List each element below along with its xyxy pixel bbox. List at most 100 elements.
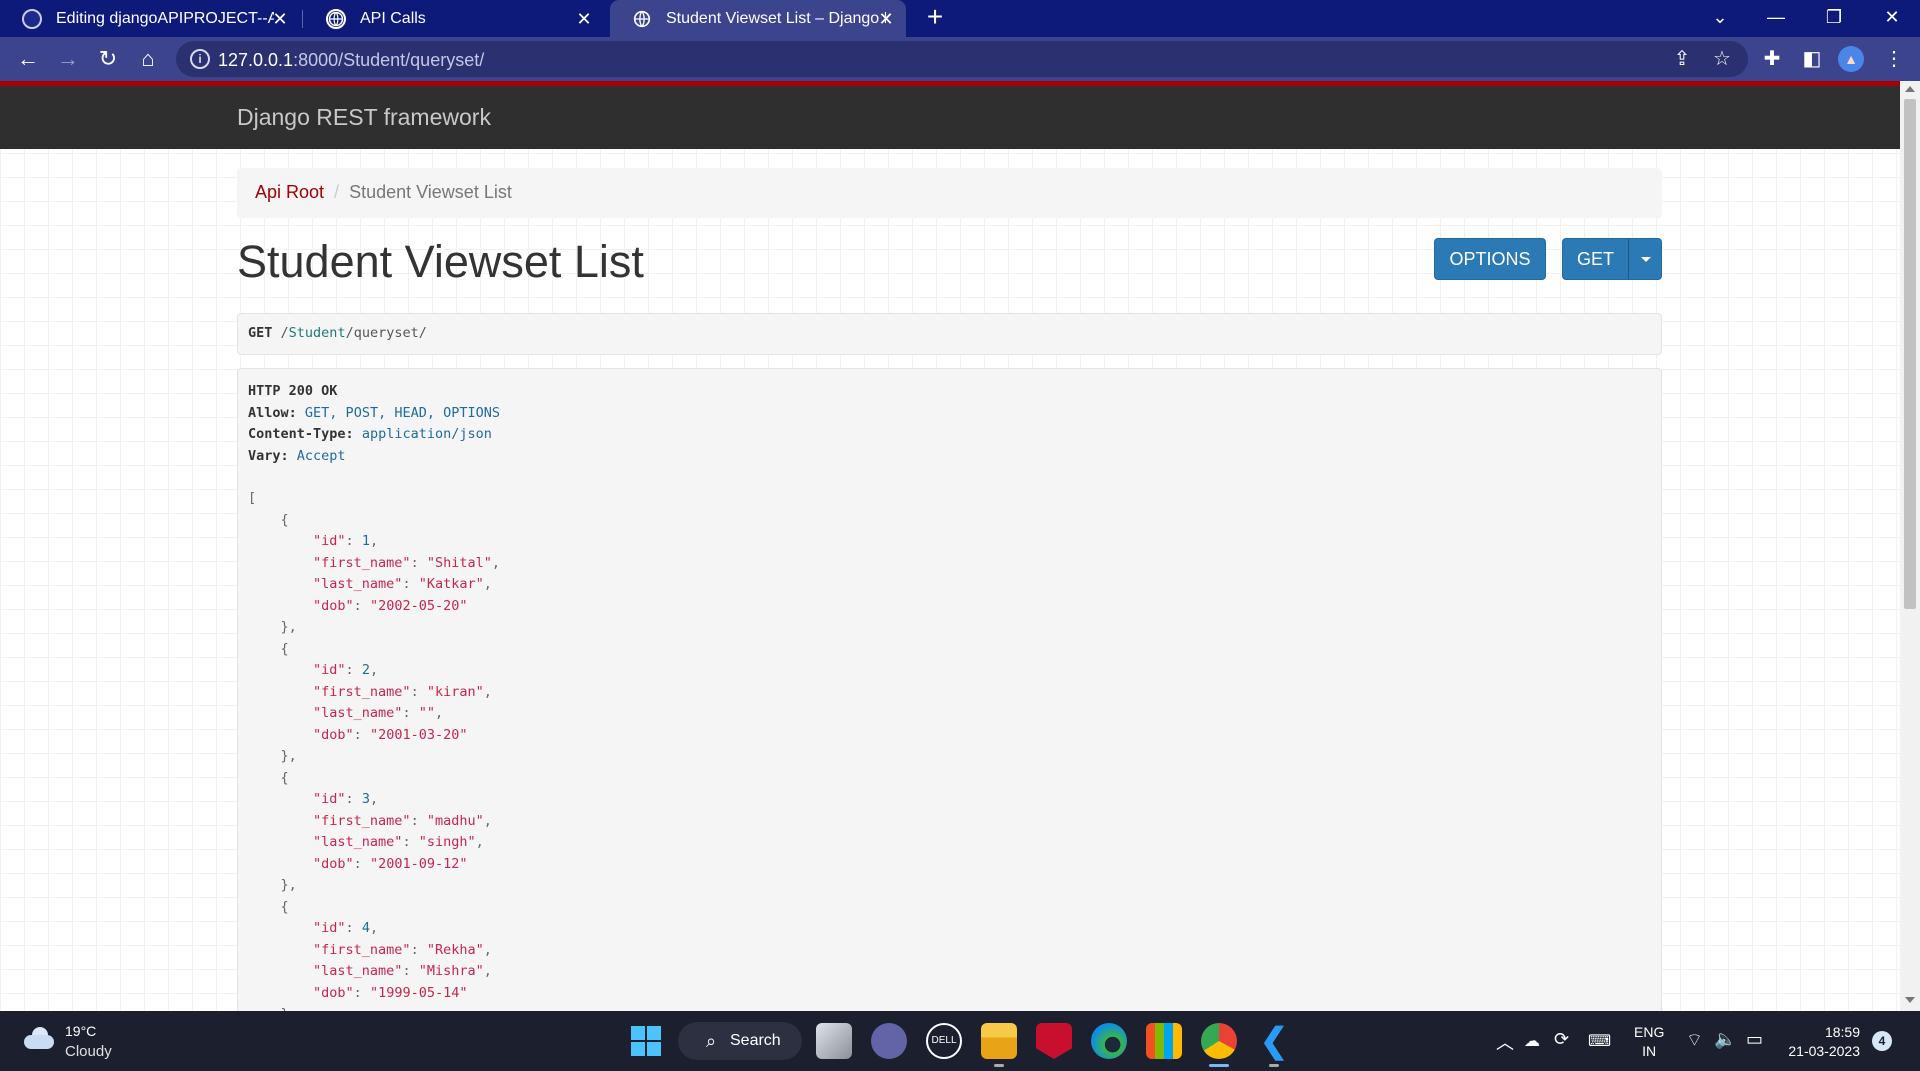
breadcrumb-separator: / bbox=[334, 182, 340, 202]
json-value: 3 bbox=[361, 791, 370, 807]
scroll-up-arrow[interactable] bbox=[1905, 86, 1915, 92]
navbar: Django REST framework bbox=[0, 86, 1900, 149]
json-field-dob: "dob": "2001-03-20" bbox=[313, 726, 468, 743]
path-segment-queryset: queryset bbox=[353, 325, 419, 341]
chrome-icon[interactable] bbox=[1201, 1023, 1237, 1059]
extensions-puzzle-icon[interactable]: ✚ bbox=[1758, 45, 1786, 73]
search-icon: ⌕ bbox=[706, 1031, 717, 1051]
file-explorer-icon[interactable] bbox=[981, 1023, 1017, 1059]
url-text[interactable]: 127.0.0.1:8000/Student/queryset/ bbox=[218, 50, 484, 71]
keyboard-icon[interactable]: ⌨ bbox=[1588, 1031, 1611, 1071]
microsoft-store-icon[interactable] bbox=[1146, 1023, 1182, 1059]
get-button[interactable]: GET bbox=[1562, 238, 1629, 280]
weather-condition[interactable]: Cloudy bbox=[65, 1043, 112, 1060]
json-field-first-name: "first_name": "madhu", bbox=[313, 812, 492, 829]
json-value: "" bbox=[418, 705, 435, 721]
share-icon[interactable]: ⇪ bbox=[1670, 47, 1694, 71]
forward-arrow-icon[interactable]: → bbox=[52, 43, 84, 75]
address-bar[interactable]: i 127.0.0.1:8000/Student/queryset/ ⇪ ☆ bbox=[176, 41, 1748, 77]
response-json-body: [ { "id": 1, "first_name": "Shital", "la… bbox=[248, 488, 1651, 1011]
response-header-content-type: Content-Type: application/json bbox=[248, 424, 1651, 446]
region-code: IN bbox=[1642, 1043, 1657, 1059]
json-field-last-name: "last_name": "Katkar", bbox=[313, 576, 492, 592]
brand-link[interactable]: Django REST framework bbox=[237, 104, 491, 131]
json-value: "1999-05-14" bbox=[369, 984, 468, 1001]
json-value: 2 bbox=[361, 662, 370, 678]
json-value: "madhu" bbox=[426, 812, 484, 829]
back-arrow-icon[interactable]: ← bbox=[12, 43, 44, 75]
json-field-id: "id": 3, bbox=[313, 791, 379, 807]
wifi-icon[interactable]: ⌔ bbox=[1686, 1029, 1703, 1071]
volume-icon[interactable]: 🔈 bbox=[1714, 1029, 1736, 1071]
tab-student-viewset[interactable]: Student Viewset List – Django RE ✕ bbox=[610, 0, 906, 37]
battery-icon[interactable]: ▭ bbox=[1746, 1029, 1763, 1071]
json-value: 4 bbox=[361, 920, 370, 936]
active-indicator bbox=[1209, 1064, 1229, 1067]
windows-start-icon[interactable] bbox=[631, 1026, 661, 1056]
browser-menu-icon[interactable]: ⋮ bbox=[1880, 45, 1908, 73]
tab-strip: Editing djangoAPIPROJECT--API\ ✕ API Cal… bbox=[0, 0, 1920, 37]
vscode-icon[interactable]: ❮ bbox=[1256, 1023, 1292, 1059]
tab-github-editing[interactable]: Editing djangoAPIPROJECT--API\ ✕ bbox=[0, 0, 300, 37]
json-object-open: { bbox=[280, 898, 289, 915]
restore-icon[interactable]: ❐ bbox=[1806, 0, 1862, 37]
tab-api-calls[interactable]: API Calls ✕ bbox=[304, 0, 604, 37]
weather-temperature[interactable]: 19°C bbox=[65, 1023, 96, 1039]
close-tab-icon[interactable]: ✕ bbox=[876, 9, 896, 29]
url-path: :8000/Student/queryset/ bbox=[293, 50, 485, 70]
edge-browser-icon[interactable] bbox=[1091, 1023, 1127, 1059]
close-window-icon[interactable]: ✕ bbox=[1864, 0, 1920, 37]
tab-search-chevron-icon[interactable]: ⌄ bbox=[1692, 0, 1748, 37]
request-path: /Student/queryset/ bbox=[281, 325, 427, 341]
cloud-weather-icon[interactable] bbox=[24, 1027, 56, 1049]
task-view-icon[interactable] bbox=[816, 1023, 852, 1059]
scroll-down-arrow[interactable] bbox=[1905, 997, 1915, 1003]
request-info: GET /Student/queryset/ bbox=[237, 313, 1662, 355]
close-tab-icon[interactable]: ✕ bbox=[574, 9, 594, 29]
star-bookmark-icon[interactable]: ☆ bbox=[1710, 47, 1734, 71]
header-name: Content-Type: bbox=[248, 426, 354, 442]
scrollbar-thumb[interactable] bbox=[1904, 99, 1916, 609]
json-object-close: }, bbox=[280, 877, 297, 893]
globe-icon bbox=[632, 9, 652, 29]
path-sep: / bbox=[280, 325, 289, 341]
notification-badge[interactable]: 4 bbox=[1872, 1031, 1892, 1051]
home-icon[interactable]: ⌂ bbox=[132, 43, 164, 75]
header-name: Allow: bbox=[248, 404, 297, 421]
json-array-open: [ bbox=[248, 490, 257, 506]
json-field-dob: "dob": "2002-05-20" bbox=[313, 597, 468, 614]
json-value: 1 bbox=[361, 533, 370, 549]
clock[interactable]: 18:59 21-03-2023 bbox=[1784, 1023, 1860, 1071]
tray-overflow-chevron-icon[interactable]: ︿ bbox=[1496, 1029, 1514, 1071]
json-object-close: }, bbox=[280, 748, 297, 764]
path-segment-student[interactable]: Student bbox=[289, 325, 346, 341]
site-info-icon[interactable]: i bbox=[190, 49, 210, 69]
clock-date: 21-03-2023 bbox=[1788, 1043, 1860, 1059]
side-panel-icon[interactable]: ◧ bbox=[1798, 45, 1826, 73]
new-tab-button[interactable]: + bbox=[920, 3, 950, 33]
minimize-icon[interactable]: — bbox=[1748, 0, 1804, 37]
reload-icon[interactable]: ↻ bbox=[92, 43, 124, 75]
taskbar-search[interactable]: ⌕ Search bbox=[678, 1022, 802, 1060]
input-language[interactable]: ENG IN bbox=[1634, 1023, 1664, 1071]
header-name: Vary: bbox=[248, 447, 289, 464]
response-status: HTTP 200 OK bbox=[248, 383, 338, 399]
onedrive-cloud-icon[interactable]: ☁ bbox=[1524, 1031, 1540, 1071]
teams-chat-icon[interactable] bbox=[871, 1023, 907, 1059]
running-indicator bbox=[994, 1064, 1004, 1067]
json-field-last-name: "last_name": "Mishra", bbox=[313, 963, 492, 979]
sync-icon[interactable]: ⟳ bbox=[1554, 1029, 1569, 1071]
json-object-close: }, bbox=[248, 1004, 1651, 1011]
page-scrollbar[interactable] bbox=[1900, 81, 1920, 1011]
breadcrumb-api-root[interactable]: Api Root bbox=[255, 182, 324, 202]
get-format-dropdown[interactable] bbox=[1628, 238, 1662, 280]
mcafee-shield-icon[interactable] bbox=[1036, 1023, 1072, 1059]
dell-icon[interactable]: DELL bbox=[926, 1023, 962, 1059]
tab-title: API Calls bbox=[360, 9, 426, 27]
json-field-first-name: "first_name": "Rekha", bbox=[313, 941, 492, 958]
json-field-first-name: "first_name": "Shital", bbox=[313, 554, 501, 571]
options-button[interactable]: OPTIONS bbox=[1434, 238, 1546, 280]
profile-avatar[interactable]: ▲ bbox=[1838, 46, 1864, 72]
json-object-close: }, bbox=[280, 619, 297, 635]
close-tab-icon[interactable]: ✕ bbox=[270, 9, 290, 29]
